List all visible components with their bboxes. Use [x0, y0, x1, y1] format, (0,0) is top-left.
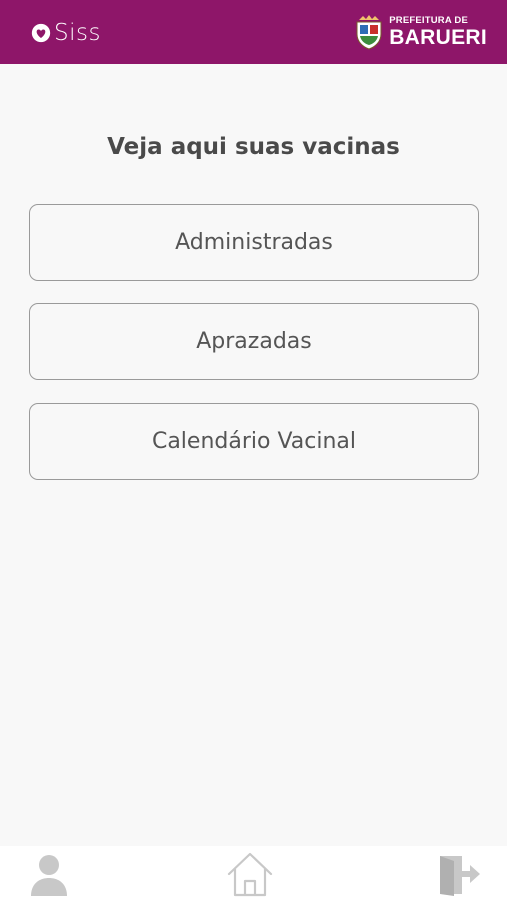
user-icon [31, 855, 67, 896]
siss-brand: Siss [30, 18, 101, 48]
nav-logout-button[interactable] [436, 852, 482, 896]
nav-home-button[interactable] [226, 851, 274, 897]
administradas-button[interactable]: Administradas [29, 204, 479, 281]
nav-profile-button[interactable] [28, 852, 70, 896]
calendario-vacinal-button[interactable]: Calendário Vacinal [29, 403, 479, 480]
home-icon [227, 852, 273, 897]
aprazadas-button[interactable]: Aprazadas [29, 303, 479, 380]
logo-line-prefeitura: PREFEITURA DE [389, 15, 468, 27]
city-crest-icon [356, 15, 382, 50]
prefeitura-logo: PREFEITURA DE BARUERI [354, 14, 487, 50]
logout-icon [440, 856, 480, 896]
app-header: Siss PREFEITURA DE BARUERI [0, 0, 507, 64]
app-name: Siss [54, 20, 101, 46]
logo-line-barueri: BARUERI [389, 25, 487, 49]
page-title: Veja aqui suas vacinas [107, 134, 400, 160]
bottom-nav [0, 846, 507, 900]
siss-logo-icon [31, 23, 51, 43]
app-screen: Siss PREFEITURA DE BARUERI Veja aqui sua… [0, 0, 507, 900]
